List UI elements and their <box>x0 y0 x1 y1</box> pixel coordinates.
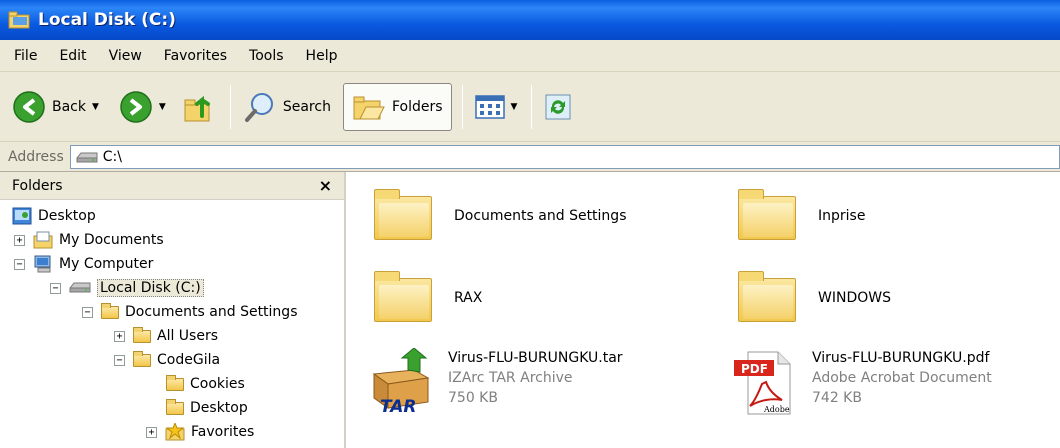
menu-tools[interactable]: Tools <box>249 48 284 64</box>
toolbar: Back ▼ ▼ Search Folders ▼ <box>0 72 1060 142</box>
sync-icon <box>545 94 571 119</box>
sync-button[interactable] <box>540 83 576 131</box>
tree-item-local-disk[interactable]: − Local Disk (C:) <box>50 276 204 300</box>
back-button[interactable]: Back ▼ <box>8 83 103 131</box>
folders-pane-title: Folders <box>12 177 63 194</box>
tree-item-desktop-folder[interactable]: Desktop <box>166 396 248 420</box>
search-icon <box>244 92 273 122</box>
tree-item-cookies[interactable]: Cookies <box>166 372 245 396</box>
folder-item-rax[interactable]: RAX <box>372 268 482 328</box>
my-computer-icon <box>34 255 51 273</box>
desktop-icon <box>12 207 32 225</box>
tree-item-documents-and-settings[interactable]: − Documents and Settings <box>82 300 297 324</box>
file-item-tar[interactable]: TAR Virus-FLU-BURUNGKU.tar IZArc TAR Arc… <box>368 347 623 417</box>
up-folder-button[interactable] <box>178 83 220 131</box>
toolbar-separator <box>229 84 231 129</box>
menu-file[interactable]: File <box>14 48 37 64</box>
forward-arrow-icon <box>120 90 152 123</box>
folder-window-icon <box>8 11 30 29</box>
menu-edit[interactable]: Edit <box>59 48 86 64</box>
address-bar: Address C:\ <box>0 142 1060 172</box>
item-size: 742 KB <box>812 390 862 406</box>
folders-button[interactable]: Folders <box>342 82 452 131</box>
back-label: Back <box>52 98 86 115</box>
tree-item-all-users[interactable]: + All Users <box>114 324 218 348</box>
views-icon <box>474 94 505 119</box>
back-dropdown-icon[interactable]: ▼ <box>92 102 99 112</box>
folders-label: Folders <box>391 98 443 115</box>
menu-bar: File Edit View Favorites Tools Help <box>0 40 1060 72</box>
my-documents-icon <box>33 231 53 249</box>
folder-icon <box>736 186 800 246</box>
file-list: Documents and Settings Inprise RAX WINDO… <box>348 172 1060 448</box>
folder-icon <box>736 268 800 328</box>
forward-button[interactable]: ▼ <box>115 83 170 131</box>
item-type: Adobe Acrobat Document <box>812 370 992 386</box>
item-type: IZArc TAR Archive <box>448 370 573 386</box>
folder-icon <box>166 374 184 391</box>
folder-item-windows[interactable]: WINDOWS <box>736 268 891 328</box>
address-value: C:\ <box>102 148 122 165</box>
tree-item-desktop[interactable]: Desktop <box>12 204 96 228</box>
item-name: RAX <box>454 290 483 306</box>
address-input[interactable]: C:\ <box>69 144 1060 169</box>
back-arrow-icon <box>13 90 45 123</box>
title-bar[interactable]: Local Disk (C:) <box>0 0 1060 40</box>
folders-icon <box>353 96 385 119</box>
folder-item-inprise[interactable]: Inprise <box>736 186 865 246</box>
tar-badge: TAR <box>380 397 417 416</box>
folder-icon <box>372 186 436 246</box>
adobe-badge: Adobe <box>763 405 790 414</box>
toolbar-separator <box>461 84 463 129</box>
views-button[interactable]: ▼ <box>471 83 522 131</box>
views-dropdown-icon[interactable]: ▼ <box>511 102 518 112</box>
menu-view[interactable]: View <box>109 48 142 64</box>
close-icon[interactable]: × <box>319 176 332 195</box>
menu-help[interactable]: Help <box>306 48 338 64</box>
tree-item-codegila[interactable]: − CodeGila <box>114 348 220 372</box>
star-folder-icon <box>165 423 185 441</box>
window-title: Local Disk (C:) <box>38 10 176 30</box>
folder-icon <box>101 302 119 319</box>
menu-favorites[interactable]: Favorites <box>164 48 227 64</box>
expand-icon[interactable]: + <box>146 426 157 438</box>
folder-item-documents-and-settings[interactable]: Documents and Settings <box>372 186 626 246</box>
collapse-icon[interactable]: − <box>114 354 125 366</box>
folder-icon <box>166 398 184 415</box>
folder-icon <box>133 350 151 367</box>
item-name: Documents and Settings <box>454 208 627 224</box>
collapse-icon[interactable]: − <box>82 306 93 318</box>
item-name: Inprise <box>818 208 866 224</box>
tree-item-my-documents[interactable]: + My Documents <box>14 228 164 252</box>
forward-dropdown-icon[interactable]: ▼ <box>159 102 166 112</box>
toolbar-separator <box>531 84 533 129</box>
collapse-icon[interactable]: − <box>14 258 25 270</box>
item-name: Virus-FLU-BURUNGKU.pdf <box>812 350 990 366</box>
expand-icon[interactable]: + <box>114 330 125 342</box>
folder-icon <box>372 268 436 328</box>
up-folder-icon <box>184 95 210 121</box>
item-name: WINDOWS <box>818 290 891 306</box>
item-size: 750 KB <box>448 390 498 406</box>
collapse-icon[interactable]: − <box>50 282 61 294</box>
drive-icon <box>69 282 91 293</box>
tree-item-favorites[interactable]: + Favorites <box>146 420 254 444</box>
search-label: Search <box>282 98 331 115</box>
address-label: Address <box>8 148 64 165</box>
folder-icon <box>133 326 151 343</box>
search-button[interactable]: Search <box>239 83 335 131</box>
expand-icon[interactable]: + <box>14 234 25 246</box>
drive-icon <box>76 152 98 162</box>
tar-archive-icon: TAR <box>368 347 432 417</box>
file-item-pdf[interactable]: PDF Adobe Virus-FLU-BURUNGKU.pdf Adobe A… <box>732 348 992 415</box>
folders-pane-header: Folders × <box>0 172 344 200</box>
tree-item-my-computer[interactable]: − My Computer <box>14 252 153 276</box>
pdf-badge: PDF <box>741 362 768 376</box>
folders-pane: Folders × Desktop + My Documents − My Co… <box>0 172 346 448</box>
item-name: Virus-FLU-BURUNGKU.tar <box>448 350 623 366</box>
pdf-document-icon: PDF Adobe <box>732 348 796 415</box>
